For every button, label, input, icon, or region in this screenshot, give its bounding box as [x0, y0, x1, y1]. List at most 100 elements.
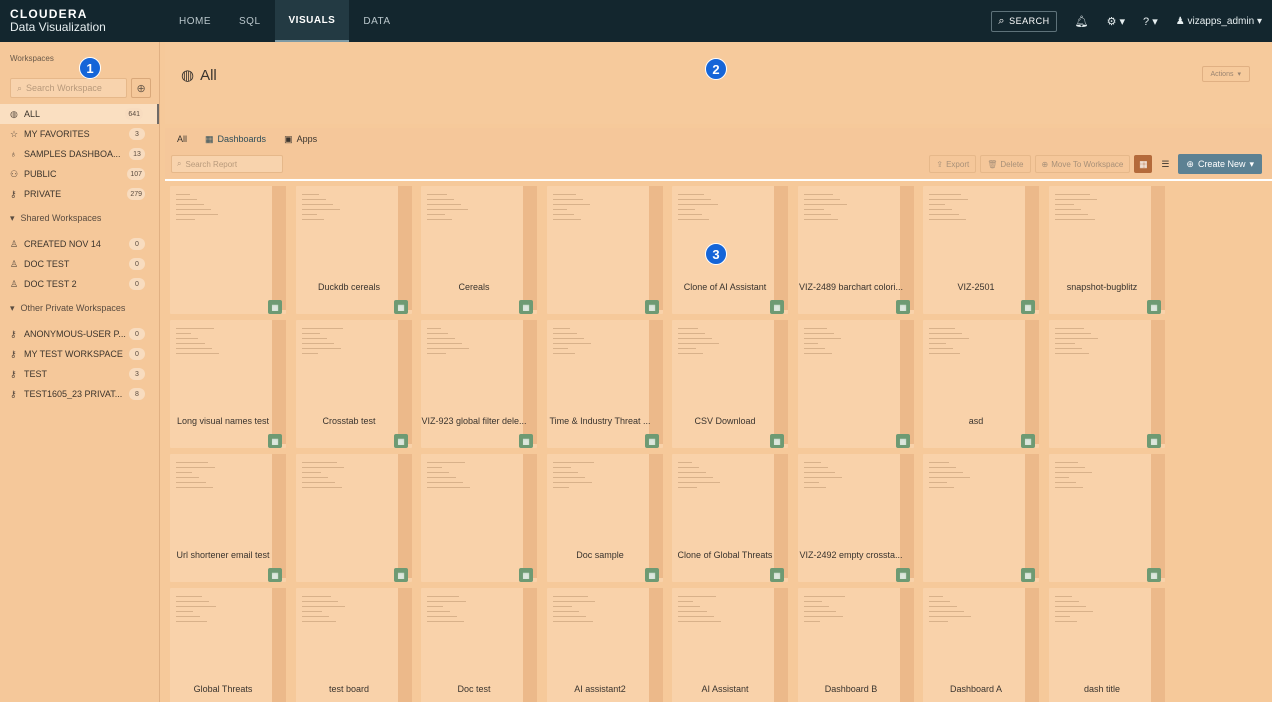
bell-icon[interactable]: 🔔︎ — [1075, 15, 1089, 28]
shared-workspaces-header[interactable]: ▾ Shared Workspaces — [0, 208, 159, 228]
dashboard-card[interactable]: Long visual names test ▦ — [170, 320, 286, 448]
thumbnail-line — [176, 353, 219, 354]
workspace-item[interactable]: ⚷ TEST1605_23 PRIVAT... 8 — [0, 384, 159, 404]
thumbnail-line — [929, 209, 952, 210]
export-button[interactable]: ⇪ Export — [929, 155, 977, 173]
chevron-down-icon: ▾ — [10, 212, 15, 223]
move-to-workspace-button[interactable]: ⊕ Move To Workspace — [1034, 155, 1131, 173]
dashboard-card[interactable]: CSV Download ▦ — [672, 320, 788, 448]
thumbnail-line — [176, 606, 216, 607]
dashboard-card[interactable]: VIZ-2489 barchart colori... ▦ — [798, 186, 914, 314]
workspace-item[interactable]: ♁ SAMPLES DASHBOA... 13 — [0, 144, 159, 164]
dashboard-card[interactable]: Global Threats▦ — [170, 588, 286, 702]
workspace-item[interactable]: ◍ ALL 641 — [0, 104, 159, 124]
dashboard-card[interactable]: ▦ — [547, 186, 663, 314]
workspace-search-input[interactable]: ⌕ Search Workspace — [10, 78, 128, 98]
dashboard-card[interactable]: Crosstab test ▦ — [296, 320, 412, 448]
grid-view-toggle[interactable]: ▦ — [1134, 155, 1153, 173]
dashboard-icon: ▦ — [268, 568, 282, 582]
workspace-item[interactable]: ⚷ TEST 3 — [0, 364, 159, 384]
key-icon: ⚷ — [10, 368, 17, 379]
card-side-strip — [398, 454, 412, 578]
thumbnail-line — [1055, 601, 1079, 602]
dashboard-card[interactable]: Clone of AI Assistant ▦ — [672, 186, 788, 314]
workspace-item[interactable]: ⚷ PRIVATE 279 — [0, 184, 159, 204]
dashboard-thumbnail — [172, 188, 272, 276]
dashboard-card[interactable]: ▦ — [923, 454, 1039, 582]
dashboard-card[interactable]: dash title▦ — [1049, 588, 1165, 702]
card-side-strip — [649, 186, 663, 310]
workspace-item[interactable]: ♙ DOC TEST 2 0 — [0, 274, 159, 294]
count-badge: 641 — [125, 108, 143, 120]
dashboard-card[interactable]: Url shortener email test ▦ — [170, 454, 286, 582]
dashboard-card[interactable]: VIZ-923 global filter dele... ▦ — [421, 320, 537, 448]
user-name: vizapps_admin — [1187, 15, 1255, 27]
dashboard-thumbnail — [298, 590, 398, 678]
dashboard-thumbnail — [549, 456, 649, 544]
dashboard-card[interactable]: VIZ-2492 empty crossta... ▦ — [798, 454, 914, 582]
workspace-item[interactable]: ♙ DOC TEST 0 — [0, 254, 159, 274]
create-new-button[interactable]: ⊕ Create New ▾ — [1178, 154, 1262, 174]
delete-label: Delete — [1000, 159, 1024, 169]
thumbnail-line — [302, 477, 328, 478]
dashboard-card[interactable]: Doc test▦ — [421, 588, 537, 702]
dashboard-card[interactable]: ▦ — [421, 454, 537, 582]
other-workspaces-header[interactable]: ▾ Other Private Workspaces — [0, 298, 159, 318]
thumbnail-line — [302, 343, 334, 344]
list-view-toggle[interactable]: ☰ — [1156, 155, 1174, 173]
thumbnail-line — [929, 482, 947, 483]
thumbnail-line — [678, 606, 700, 607]
dashboard-card[interactable]: Cereals ▦ — [421, 186, 537, 314]
dashboard-card[interactable]: AI assistant2▦ — [547, 588, 663, 702]
nav-visuals[interactable]: VISUALS — [274, 0, 350, 42]
workspace-item[interactable]: ⚇ PUBLIC 107 — [0, 164, 159, 184]
nav-home[interactable]: HOME — [165, 0, 225, 42]
search-icon: ⌕ — [998, 14, 1006, 27]
dashboard-card[interactable]: ▦ — [1049, 454, 1165, 582]
dashboard-card[interactable]: ▦ — [296, 454, 412, 582]
actions-dropdown[interactable]: Actions ▾ — [1201, 66, 1250, 82]
report-search-input[interactable]: ⌕ Search Report — [171, 155, 283, 173]
nav-data[interactable]: DATA — [349, 0, 404, 42]
workspace-item[interactable]: ⚷ MY TEST WORKSPACE 0 — [0, 344, 159, 364]
workspace-item[interactable]: ♙ CREATED NOV 14 0 — [0, 234, 159, 254]
tab-icon: ▣ — [284, 133, 293, 144]
dashboard-card[interactable]: Dashboard A▦ — [923, 588, 1039, 702]
user-menu[interactable]: ♟ vizapps_admin ▾ — [1176, 16, 1262, 27]
workspace-item[interactable]: ⚷ ANONYMOUS-USER P... 0 — [0, 324, 159, 344]
tab-apps[interactable]: ▣ Apps — [284, 134, 317, 145]
dashboard-card[interactable]: ▦ — [798, 320, 914, 448]
global-search-button[interactable]: ⌕ SEARCH — [991, 10, 1057, 32]
gear-icon[interactable]: ⚙ ▾ — [1107, 15, 1125, 28]
thumbnail-line — [929, 214, 959, 215]
thumbnail-line — [427, 343, 462, 344]
dashboard-card[interactable]: Dashboard B▦ — [798, 588, 914, 702]
dashboard-icon: ▦ — [394, 300, 408, 314]
nav-sql[interactable]: SQL — [225, 0, 275, 42]
dashboard-card[interactable]: ▦ — [1049, 320, 1165, 448]
tab-all[interactable]: All — [177, 134, 187, 144]
dashboard-card[interactable]: Duckdb cereals ▦ — [296, 186, 412, 314]
dashboard-card[interactable]: test board▦ — [296, 588, 412, 702]
delete-button[interactable]: 🗑︎ Delete — [980, 155, 1031, 173]
thumbnail-line — [678, 482, 720, 483]
dashboard-card[interactable]: ▦ — [170, 186, 286, 314]
dashboard-card[interactable]: asd ▦ — [923, 320, 1039, 448]
help-icon[interactable]: ? ▾ — [1143, 15, 1158, 28]
dashboard-card[interactable]: AI Assistant▦ — [672, 588, 788, 702]
dashboard-card[interactable]: VIZ-2501 ▦ — [923, 186, 1039, 314]
brand-logo[interactable]: CLOUDERA Data Visualization — [0, 8, 165, 34]
thumbnail-line — [1055, 348, 1082, 349]
dashboard-card[interactable]: Time & Industry Threat ... ▦ — [547, 320, 663, 448]
dashboard-name: Long visual names test — [176, 416, 270, 426]
thumbnail-line — [553, 199, 583, 200]
workspace-item[interactable]: ☆ MY FAVORITES 3 — [0, 124, 159, 144]
thumbnail-line — [553, 209, 567, 210]
workspace-label: ANONYMOUS-USER P... — [24, 329, 126, 339]
dashboard-card[interactable]: snapshot-bugblitz ▦ — [1049, 186, 1165, 314]
dashboard-card[interactable]: Doc sample ▦ — [547, 454, 663, 582]
tab-dashboards[interactable]: ▦ Dashboards — [205, 134, 266, 145]
dashboard-card[interactable]: Clone of Global Threats ▦ — [672, 454, 788, 582]
thumbnail-line — [176, 209, 211, 210]
add-workspace-button[interactable]: ⊕ — [131, 78, 151, 98]
